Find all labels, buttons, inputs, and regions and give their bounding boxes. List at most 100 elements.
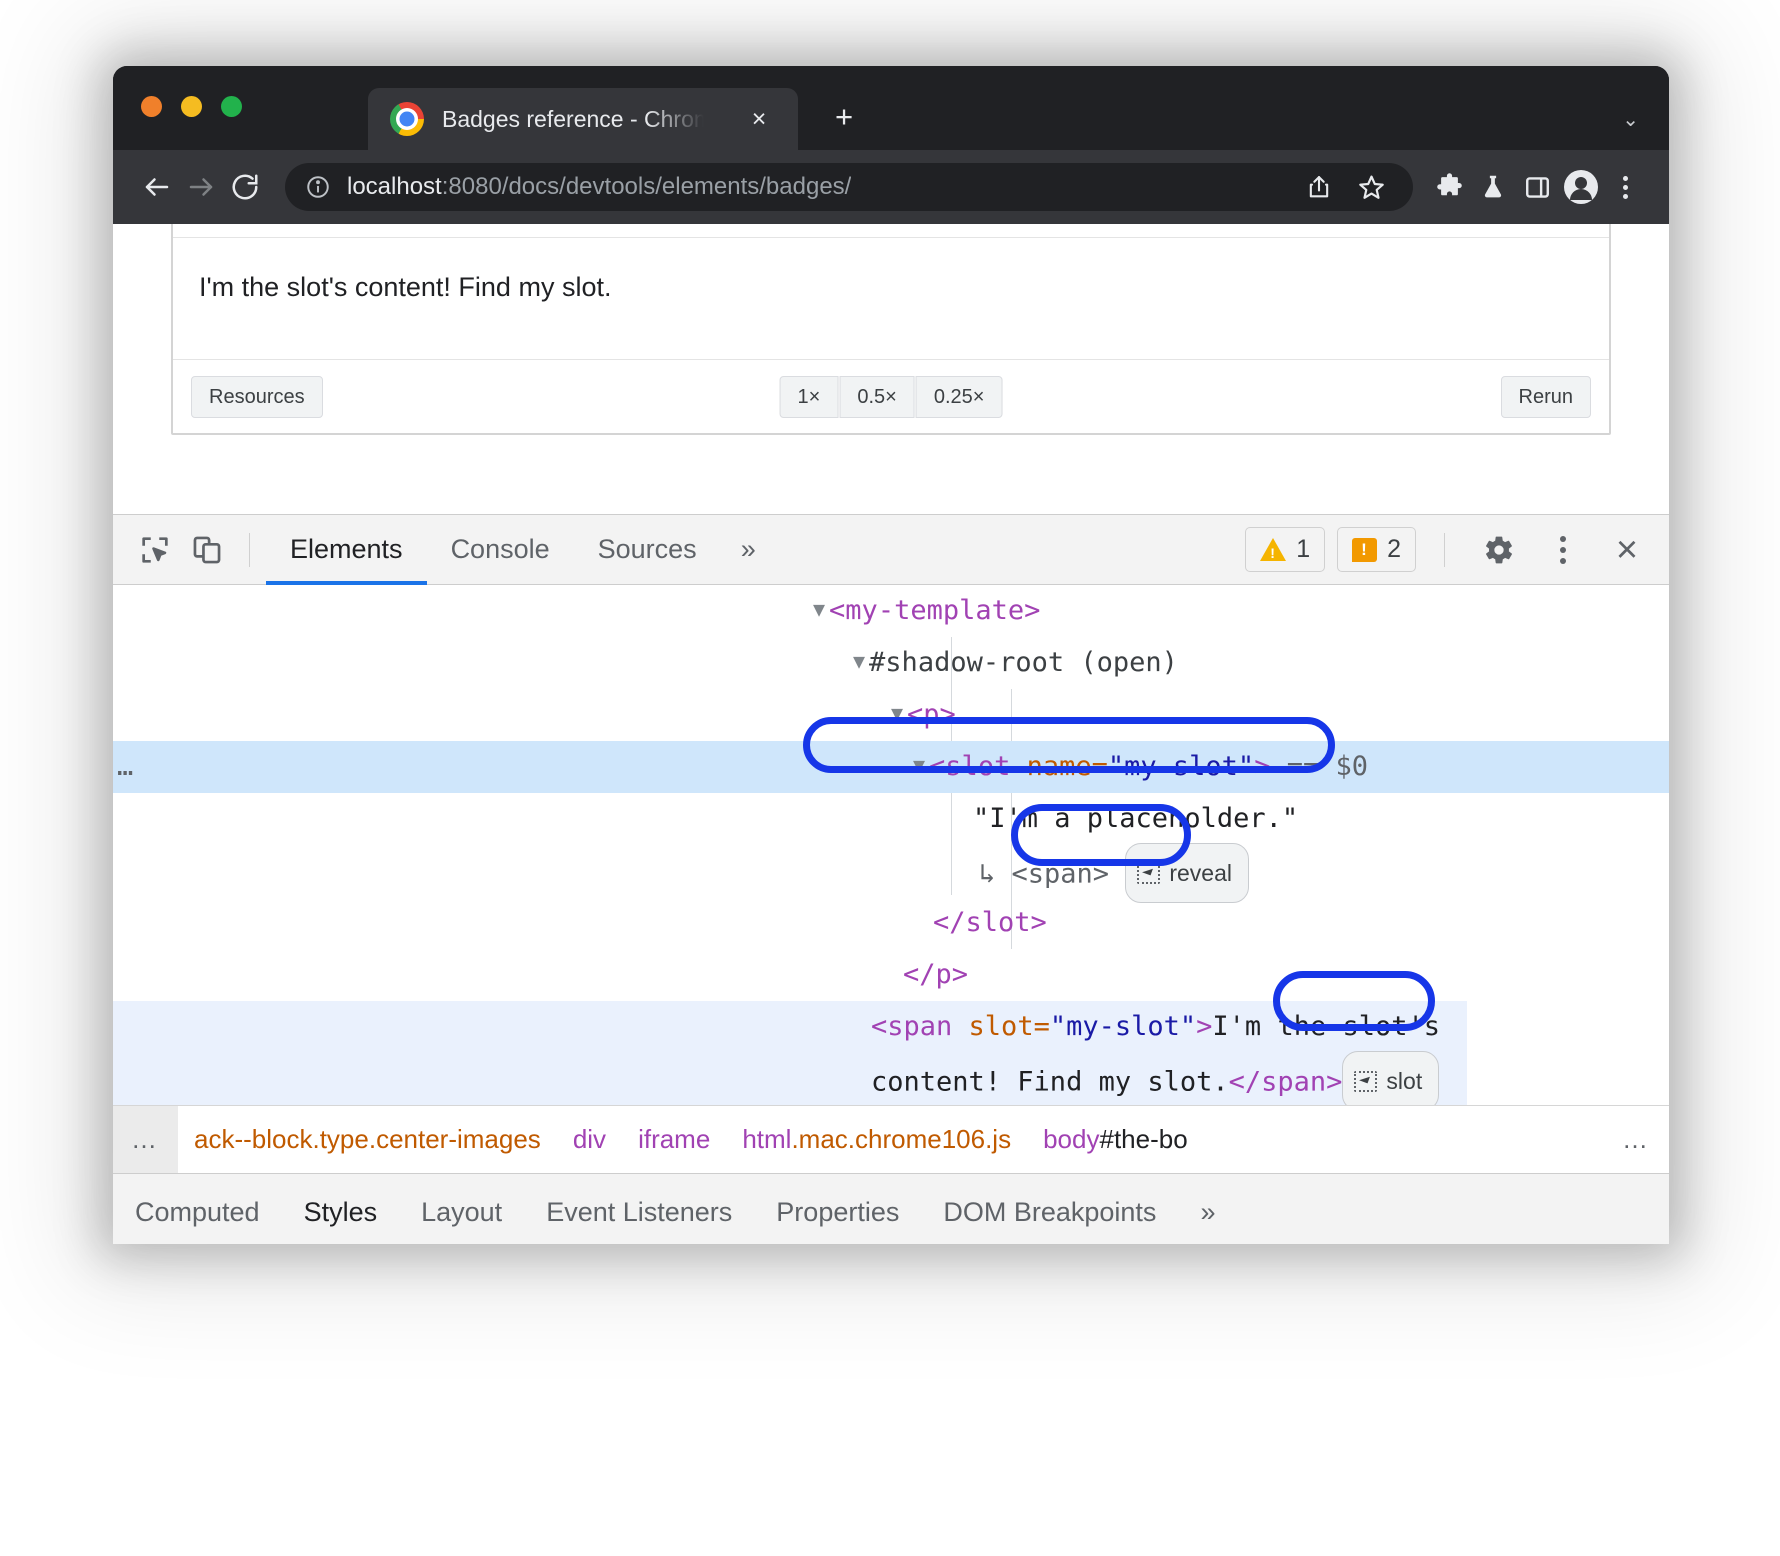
slot-cursor-icon (1354, 1071, 1377, 1092)
toolbar-divider-2 (1444, 533, 1445, 567)
tab-strip: Badges reference - Chrome De × + ⌄ (113, 66, 1669, 150)
side-panel-icon[interactable] (1515, 165, 1559, 209)
dom-row-p-close[interactable]: </p> (113, 949, 1669, 1001)
distributed-node-arrow-icon: ↳ (979, 859, 995, 890)
warning-triangle-icon (1260, 538, 1286, 561)
dom-node-tag-close: > (1196, 1011, 1212, 1042)
kebab-icon-devtools (1550, 536, 1576, 564)
inspect-element-icon[interactable] (129, 524, 181, 576)
dom-row-p-open[interactable]: ▼<p> (113, 689, 1669, 741)
new-tab-button[interactable]: + (825, 98, 863, 136)
dom-row-slot-open-selected[interactable]: … ▼<slot name="my-slot"> == $0 (113, 741, 1669, 793)
slot-badge[interactable]: slot (1342, 1051, 1439, 1105)
settings-gear-icon[interactable] (1473, 524, 1525, 576)
toolbar-divider (249, 533, 250, 567)
reveal-cursor-icon (1137, 863, 1160, 884)
experiments-flask-icon[interactable] (1471, 165, 1515, 209)
zoom-0.5x-button[interactable]: 0.5× (839, 376, 914, 418)
page-viewport: I'm the slot's content! Find my slot. Re… (113, 224, 1669, 514)
breadcrumb-item-body[interactable]: body#the-bo (1027, 1124, 1204, 1155)
devtools-toolbar: Elements Console Sources » 1 2 (113, 515, 1669, 585)
zoom-button-group: 1× 0.5× 0.25× (780, 376, 1003, 418)
tab-computed[interactable]: Computed (113, 1174, 282, 1244)
device-toolbar-icon[interactable] (181, 524, 233, 576)
rerun-button[interactable]: Rerun (1501, 376, 1591, 418)
back-button[interactable] (135, 165, 179, 209)
tab-title: Badges reference - Chrome De (442, 106, 704, 133)
dom-node-text: </slot> (933, 907, 1047, 938)
extensions-puzzle-icon[interactable] (1427, 165, 1471, 209)
warnings-badge[interactable]: 1 (1245, 527, 1325, 572)
slot-badge-label: slot (1386, 1055, 1422, 1105)
forward-button[interactable] (179, 165, 223, 209)
browser-menu-button[interactable] (1603, 165, 1647, 209)
tab-search-chevron-icon[interactable]: ⌄ (1622, 107, 1639, 132)
tab-sources[interactable]: Sources (574, 515, 721, 585)
zoom-0.25x-button[interactable]: 0.25× (916, 376, 1003, 418)
address-bar[interactable]: localhost:8080/docs/devtools/elements/ba… (285, 163, 1413, 211)
dom-node-closetag: </span> (1229, 1067, 1343, 1098)
tab-properties[interactable]: Properties (754, 1174, 921, 1244)
devtools-toolbar-right: 1 2 × (1245, 524, 1653, 576)
breadcrumb-label: html (742, 1124, 791, 1154)
breadcrumb-item-html[interactable]: html.mac.chrome106.js (726, 1124, 1027, 1155)
browser-tab[interactable]: Badges reference - Chrome De × (368, 88, 798, 150)
tab-dom-breakpoints[interactable]: DOM Breakpoints (921, 1174, 1178, 1244)
dom-row-shadow-root[interactable]: ▼#shadow-root (open) (113, 637, 1669, 689)
breadcrumb-right-ellipsis[interactable]: … (1604, 1124, 1669, 1155)
dom-node-tag-close: > (1254, 751, 1270, 782)
breadcrumb-left-ellipsis[interactable]: … (113, 1106, 178, 1173)
expand-triangle-icon[interactable]: ▼ (853, 635, 865, 687)
breadcrumb-item-class[interactable]: ack--block.type.center-images (178, 1124, 557, 1155)
reload-button[interactable] (223, 165, 267, 209)
zoom-1x-button[interactable]: 1× (780, 376, 839, 418)
breadcrumb-label: ack--block.type.center-images (194, 1124, 541, 1154)
tab-layout[interactable]: Layout (399, 1174, 524, 1244)
dom-node-text: <p> (907, 699, 956, 730)
dom-node-attrval: "my-slot" (1050, 1011, 1196, 1042)
site-info-icon[interactable] (305, 174, 331, 200)
dom-row-span-slot[interactable]: <span slot="my-slot">I'm the slot's cont… (113, 1001, 1467, 1105)
dom-node-selected-ref: == $0 (1287, 751, 1368, 782)
close-window-button[interactable] (141, 96, 162, 117)
dom-row-placeholder-text[interactable]: "I'm a placeholder." (113, 793, 1669, 845)
omnibox-actions (1297, 165, 1393, 209)
dom-node-text: <my-template> (829, 595, 1040, 626)
share-icon[interactable] (1297, 165, 1341, 209)
row-overflow-ellipsis[interactable]: … (117, 741, 136, 793)
resources-button[interactable]: Resources (191, 376, 323, 418)
tab-event-listeners[interactable]: Event Listeners (524, 1174, 754, 1244)
navigation-toolbar: localhost:8080/docs/devtools/elements/ba… (113, 150, 1669, 224)
devtools-menu-button[interactable] (1537, 524, 1589, 576)
dom-tree[interactable]: ▼<my-template> ▼#shadow-root (open) ▼<p>… (113, 585, 1669, 1105)
dom-node-text: "I'm a placeholder." (973, 803, 1298, 834)
screenshot-root: Badges reference - Chrome De × + ⌄ local… (0, 0, 1780, 1556)
breadcrumb-item-div[interactable]: div (557, 1124, 622, 1155)
more-sidebar-tabs-chevron-icon[interactable]: » (1178, 1174, 1237, 1244)
maximize-window-button[interactable] (221, 96, 242, 117)
expand-triangle-icon[interactable]: ▼ (891, 687, 903, 739)
tab-styles[interactable]: Styles (282, 1174, 400, 1244)
close-devtools-button[interactable]: × (1601, 524, 1653, 576)
window-controls (141, 96, 242, 117)
url-path: :8080/docs/devtools/elements/badges/ (442, 173, 852, 200)
dom-row-slot-close[interactable]: </slot> (113, 897, 1669, 949)
close-tab-icon[interactable]: × (746, 106, 772, 132)
more-tabs-chevron-icon[interactable]: » (721, 515, 776, 585)
tab-elements[interactable]: Elements (266, 515, 427, 585)
breadcrumb-item-iframe[interactable]: iframe (622, 1124, 726, 1155)
profile-avatar-icon[interactable] (1559, 165, 1603, 209)
issues-badge[interactable]: 2 (1337, 527, 1416, 572)
expand-triangle-icon[interactable]: ▼ (813, 585, 825, 635)
dom-node-attr: slot (969, 1011, 1034, 1042)
dom-row-span-reveal[interactable]: ↳ <span> reveal (113, 845, 1669, 897)
expand-triangle-icon[interactable]: ▼ (913, 739, 925, 791)
demo-frame-toolbar-bottom: Resources 1× 0.5× 0.25× Rerun (173, 359, 1609, 433)
devtools-tab-list: Elements Console Sources » (266, 515, 776, 585)
tab-console[interactable]: Console (427, 515, 574, 585)
minimize-window-button[interactable] (181, 96, 202, 117)
chrome-logo-icon (390, 102, 424, 136)
reveal-badge[interactable]: reveal (1125, 843, 1249, 903)
dom-row-my-template-open[interactable]: ▼<my-template> (113, 585, 1669, 637)
bookmark-star-icon[interactable] (1349, 165, 1393, 209)
